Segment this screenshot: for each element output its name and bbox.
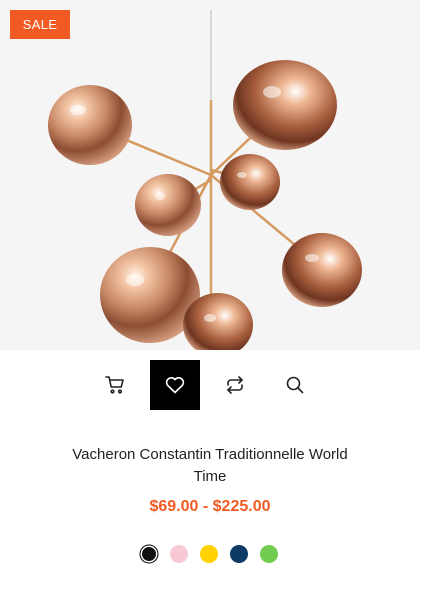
swatch-navy[interactable] xyxy=(230,545,248,563)
color-swatches xyxy=(140,545,290,563)
heart-icon xyxy=(165,377,185,394)
quick-view-button[interactable] xyxy=(270,360,320,410)
search-icon xyxy=(286,376,304,394)
sale-badge: SALE xyxy=(10,10,70,39)
compare-button[interactable] xyxy=(210,360,260,410)
swatch-yellow[interactable] xyxy=(200,545,218,563)
product-image-area[interactable]: SALE xyxy=(0,0,420,350)
swatch-black[interactable] xyxy=(142,547,156,561)
cart-icon xyxy=(105,376,124,394)
product-price: $69.00 - $225.00 xyxy=(149,498,271,515)
product-card: SALE Vacheron Constantin Traditionnelle … xyxy=(0,0,422,595)
compare-icon xyxy=(227,376,243,394)
wishlist-button[interactable] xyxy=(150,360,200,410)
add-to-cart-button[interactable] xyxy=(90,360,140,410)
swatch-green[interactable] xyxy=(260,545,278,563)
product-actions xyxy=(90,360,330,410)
swatch-pink[interactable] xyxy=(170,545,188,563)
product-title[interactable]: Vacheron Constantin Traditionnelle World… xyxy=(60,444,360,488)
product-image xyxy=(48,10,362,350)
